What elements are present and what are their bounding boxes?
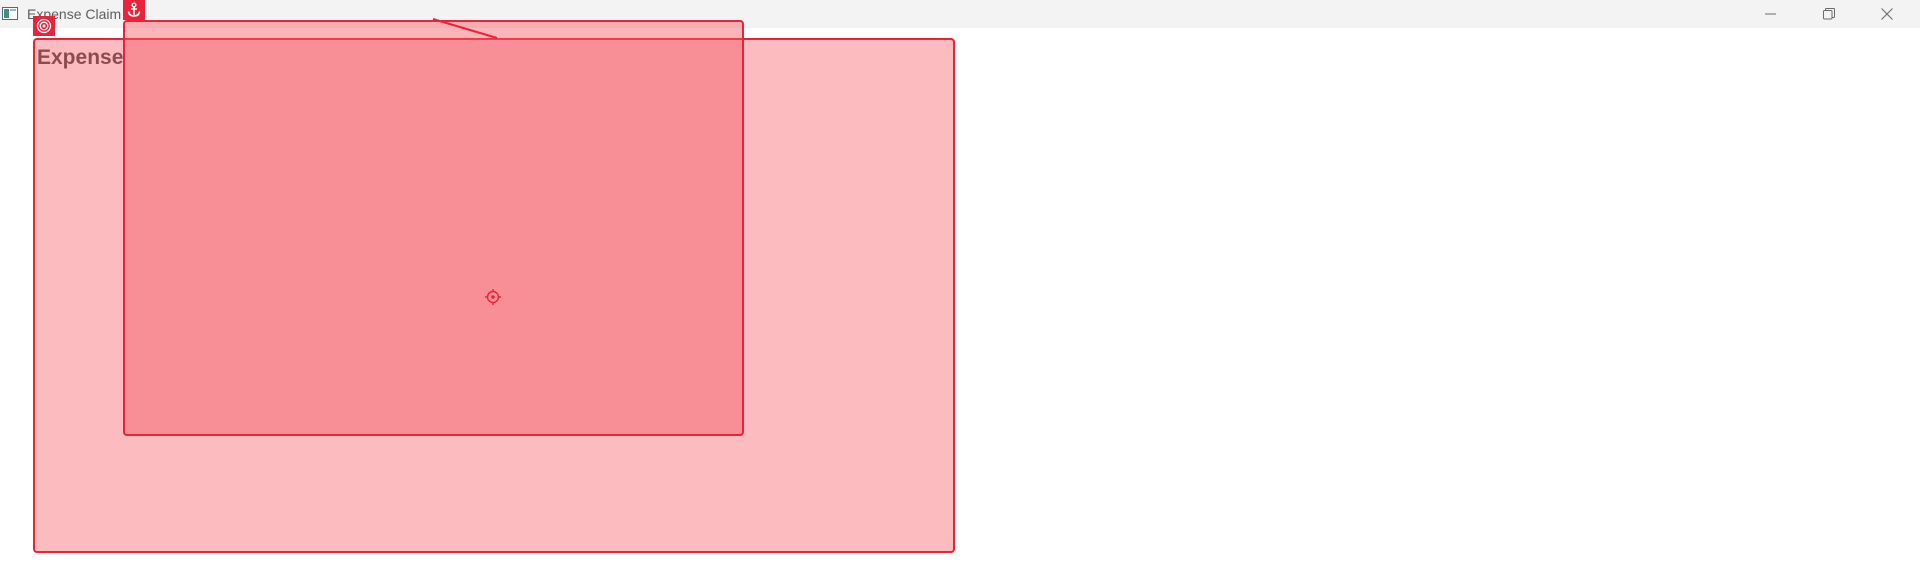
inner-highlight-region <box>123 20 744 436</box>
target-icon <box>36 18 52 34</box>
minimize-icon <box>1765 13 1776 15</box>
anchor-icon <box>127 2 141 17</box>
maximize-button[interactable] <box>1800 0 1858 28</box>
close-icon <box>1881 8 1893 20</box>
crosshair-icon <box>485 289 501 305</box>
minimize-button[interactable] <box>1742 0 1800 28</box>
close-button[interactable] <box>1858 0 1916 28</box>
app-window: Expense Claim Expense <box>0 0 1920 576</box>
anchor-badge <box>123 0 145 20</box>
target-badge <box>33 16 55 36</box>
restore-icon <box>1823 8 1835 20</box>
app-window-icon <box>2 7 18 20</box>
